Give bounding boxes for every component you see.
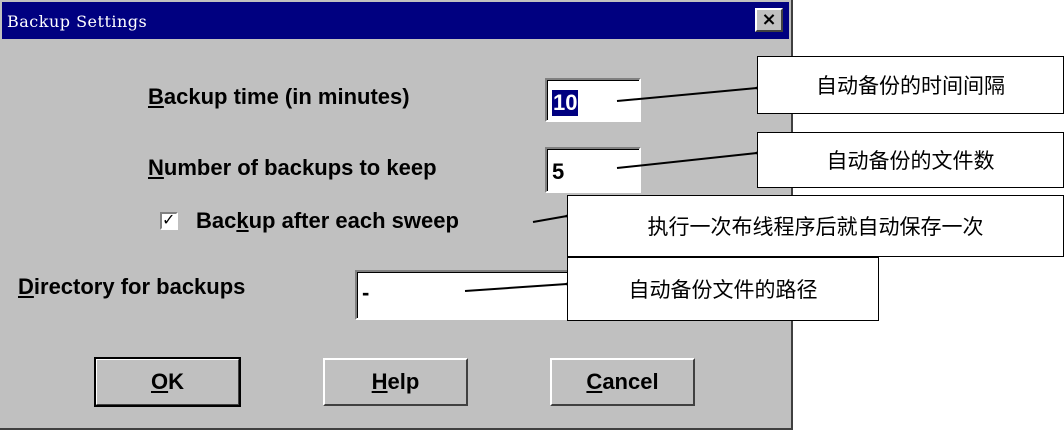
- arrow-backup-time: [616, 75, 782, 102]
- arrow-num-backups: [616, 140, 782, 169]
- arrow-after-sweep: [532, 201, 593, 223]
- callout-after-sweep: 执行一次布线程序后就自动保存一次: [567, 195, 1064, 257]
- callout-directory: 自动备份文件的路径: [567, 257, 879, 321]
- callout-num-backups: 自动备份的文件数: [757, 132, 1064, 188]
- arrow-directory: [464, 272, 592, 293]
- callout-backup-time: 自动备份的时间间隔: [757, 56, 1064, 114]
